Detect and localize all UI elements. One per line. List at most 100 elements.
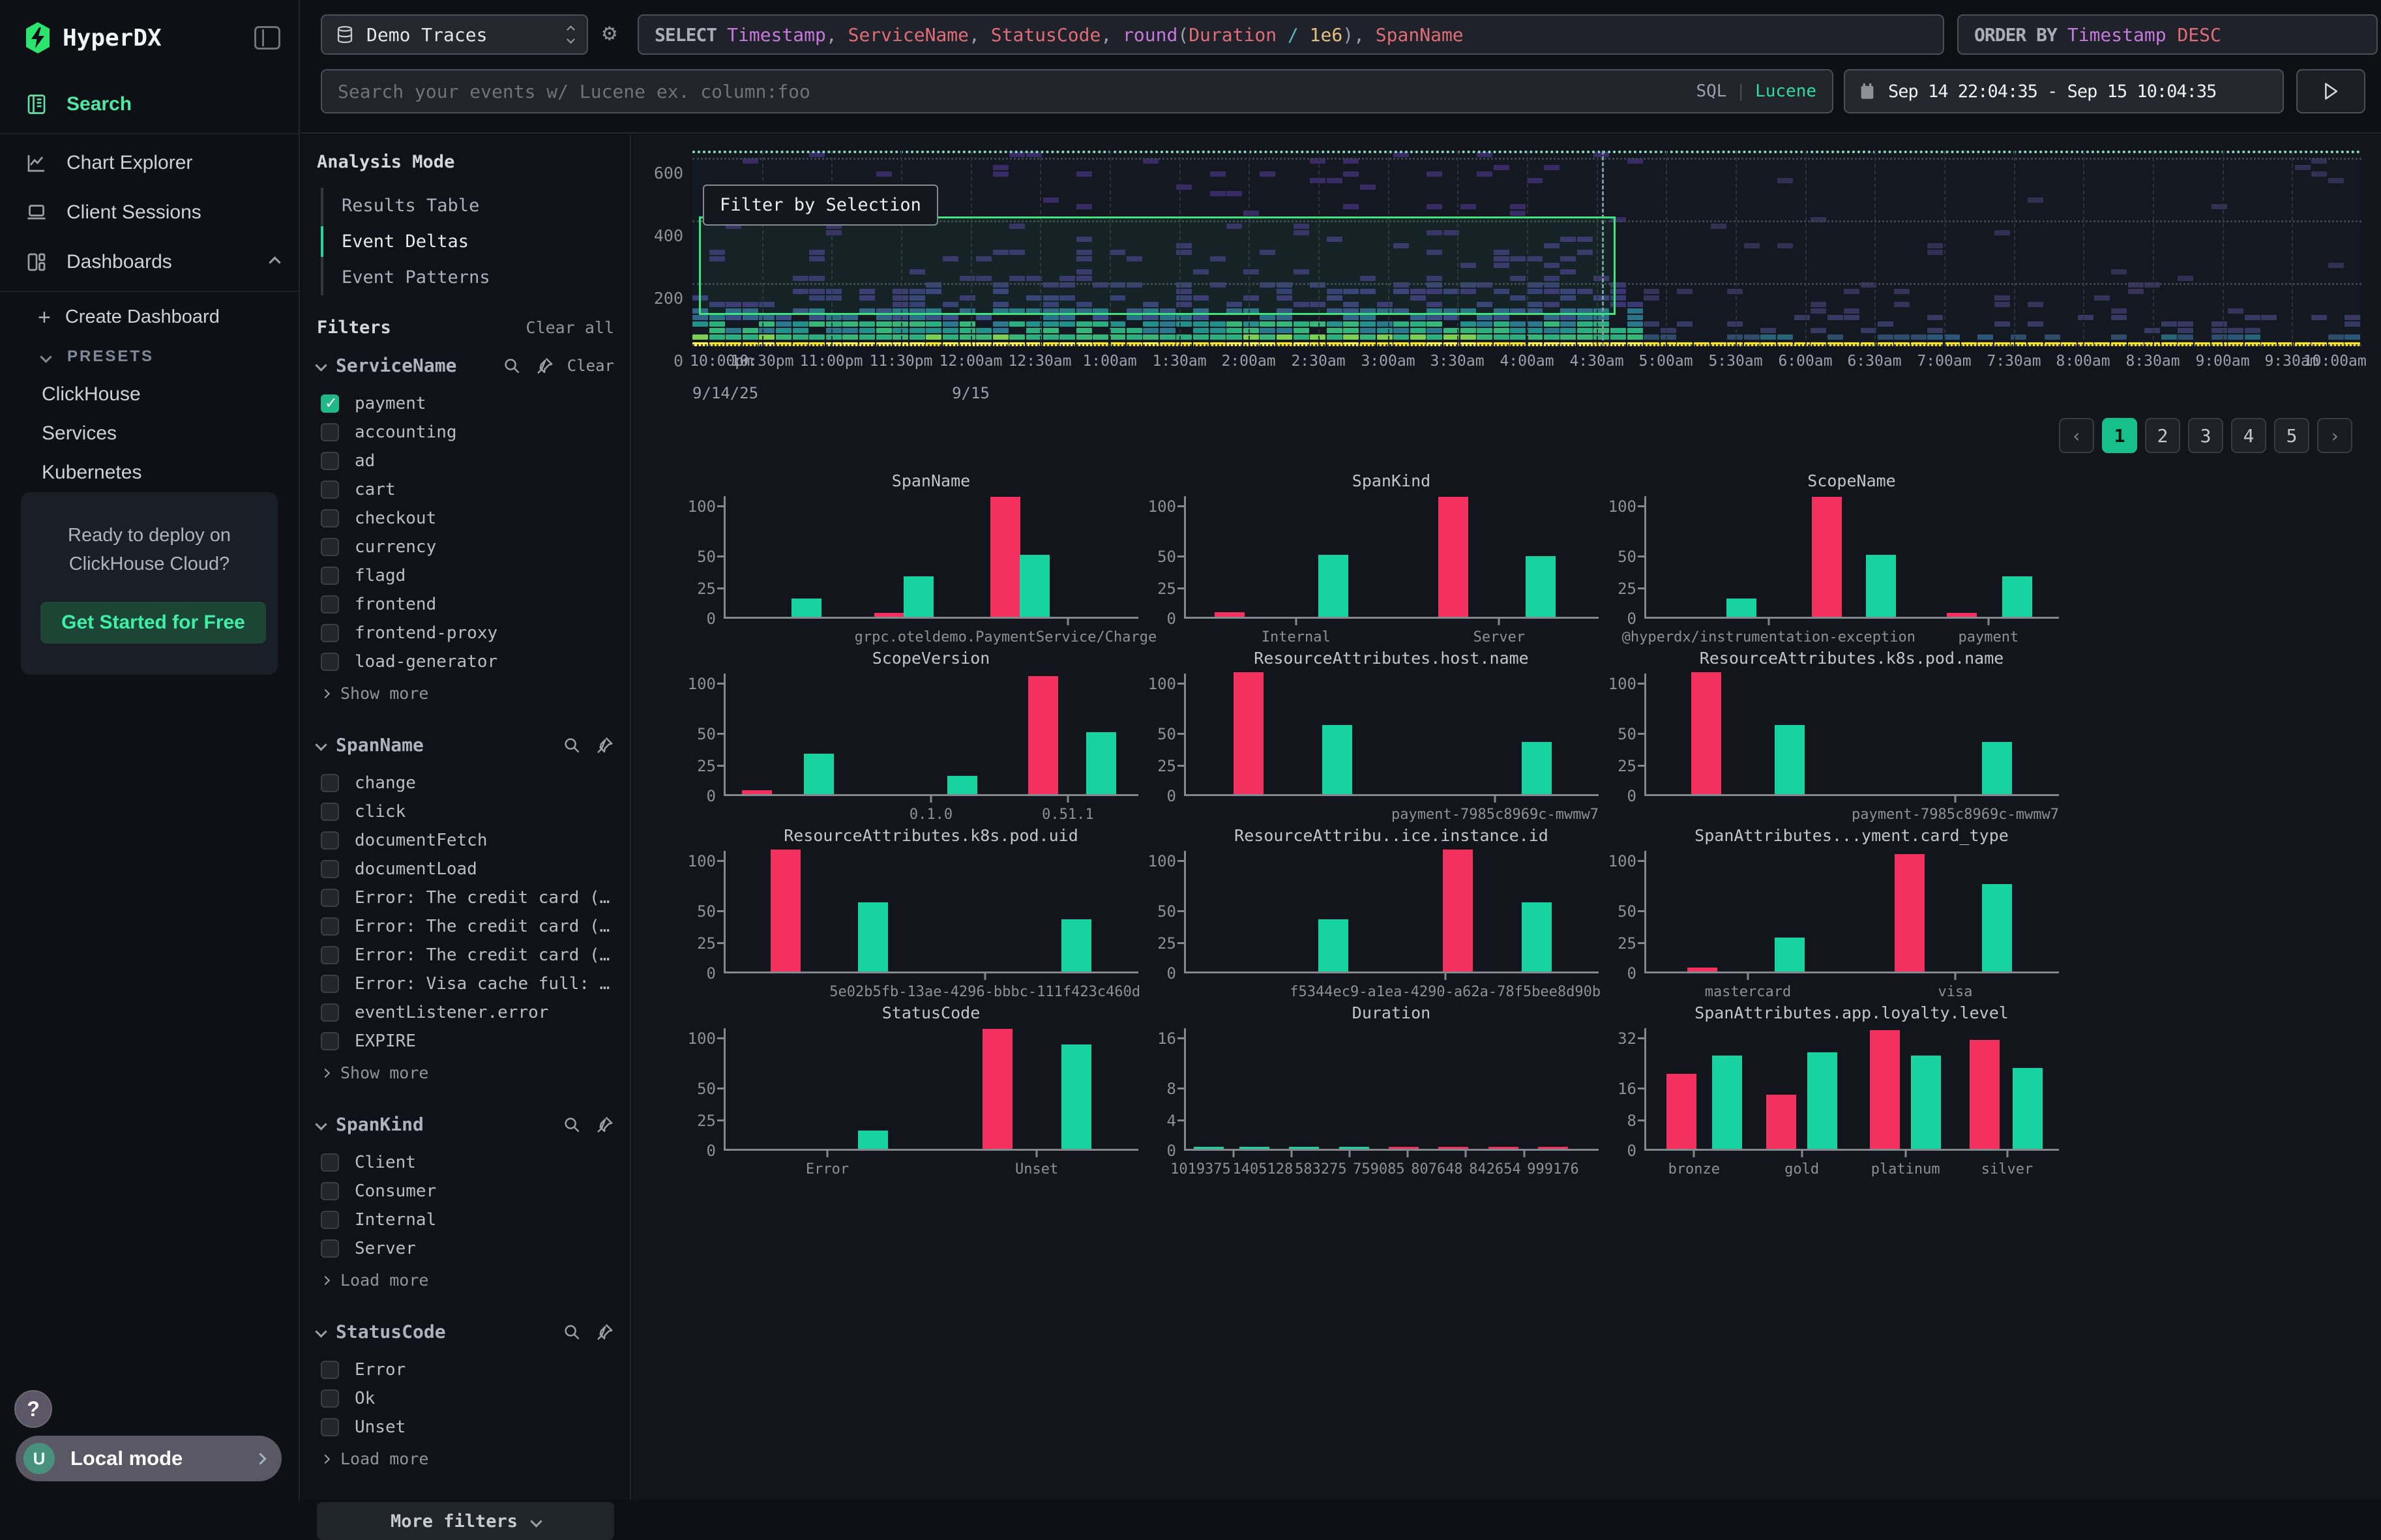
filter-option-row[interactable]: Consumer (317, 1177, 614, 1206)
sidebar-item-clickhouse[interactable]: ClickHouse (0, 375, 299, 414)
checkbox-unchecked[interactable] (321, 567, 339, 585)
clear-section-button[interactable]: Clear (567, 357, 614, 375)
analysis-mode-option-event-patterns[interactable]: Event Patterns (323, 259, 614, 295)
filter-option-row[interactable]: currency (317, 533, 614, 561)
filter-option-row[interactable]: frontend (317, 590, 614, 619)
checkbox-unchecked[interactable] (321, 509, 339, 527)
pin-icon[interactable] (595, 1115, 614, 1134)
pin-icon[interactable] (595, 1322, 614, 1342)
checkbox-unchecked[interactable] (321, 653, 339, 671)
pagination-page-3[interactable]: 3 (2188, 418, 2223, 453)
sidebar-item-kubernetes[interactable]: Kubernetes (0, 453, 299, 492)
filter-option-row[interactable]: flagd (317, 561, 614, 590)
checkbox-unchecked[interactable] (321, 1182, 339, 1200)
orderby-input[interactable]: ORDER BY Timestamp DESC (1957, 14, 2378, 55)
filter-option-row[interactable]: checkout (317, 504, 614, 533)
filter-option-row[interactable]: accounting (317, 418, 614, 447)
checkbox-unchecked[interactable] (321, 1032, 339, 1050)
chevron-down-icon[interactable] (315, 739, 327, 750)
pagination-page-4[interactable]: 4 (2231, 418, 2266, 453)
heatmap-plot[interactable]: Filter by Selection (692, 151, 2361, 346)
filter-option-row[interactable]: Error: The credit card (… (317, 912, 614, 941)
collapse-sidebar-icon[interactable] (254, 26, 280, 50)
checkbox-unchecked[interactable] (321, 860, 339, 878)
load-more-button[interactable]: Load more (317, 1442, 614, 1475)
filter-option-row[interactable]: documentFetch (317, 826, 614, 855)
analysis-mode-option-event-deltas[interactable]: Event Deltas (323, 224, 614, 259)
sql-mode-toggle[interactable]: SQL (1696, 81, 1726, 101)
checkbox-unchecked[interactable] (321, 1361, 339, 1379)
more-filters-button[interactable]: More filters (317, 1502, 614, 1540)
search-icon[interactable] (562, 1322, 582, 1342)
pagination-next-button[interactable]: › (2317, 418, 2352, 453)
select-query-input[interactable]: SELECT Timestamp, ServiceName, StatusCod… (638, 14, 1944, 55)
search-input[interactable]: Search your events w/ Lucene ex. column:… (321, 69, 1833, 113)
filter-option-row[interactable]: Error (317, 1355, 614, 1384)
filter-option-row[interactable]: EXPIRE (317, 1027, 614, 1056)
help-button[interactable]: ? (14, 1390, 52, 1428)
checkbox-unchecked[interactable] (321, 452, 339, 470)
filter-option-row[interactable]: Error: Visa cache full: … (317, 970, 614, 998)
filter-option-row[interactable]: Unset (317, 1413, 614, 1442)
source-select[interactable]: Demo Traces (321, 14, 588, 55)
filter-option-row[interactable]: Server (317, 1234, 614, 1263)
pagination-page-2[interactable]: 2 (2145, 418, 2180, 453)
chevron-down-icon[interactable] (315, 359, 327, 371)
local-mode-button[interactable]: U Local mode (16, 1436, 282, 1481)
checkbox-unchecked[interactable] (321, 946, 339, 964)
checkbox-checked[interactable] (321, 394, 339, 413)
time-range-picker[interactable]: Sep 14 22:04:35 - Sep 15 10:04:35 (1844, 69, 2284, 113)
checkbox-unchecked[interactable] (321, 423, 339, 441)
filter-option-row[interactable]: Error: The credit card (… (317, 883, 614, 912)
pin-icon[interactable] (535, 356, 554, 376)
presets-toggle[interactable]: PRESETS (0, 338, 299, 375)
filter-option-row[interactable]: Internal (317, 1206, 614, 1234)
pagination-page-1[interactable]: 1 (2102, 418, 2137, 453)
checkbox-unchecked[interactable] (321, 831, 339, 850)
checkbox-unchecked[interactable] (321, 481, 339, 499)
checkbox-unchecked[interactable] (321, 538, 339, 556)
filter-by-selection-button[interactable]: Filter by Selection (703, 185, 938, 226)
filter-option-row[interactable]: documentLoad (317, 855, 614, 883)
search-icon[interactable] (562, 1115, 582, 1134)
pagination-page-5[interactable]: 5 (2274, 418, 2309, 453)
analysis-mode-option-results-table[interactable]: Results Table (323, 188, 614, 224)
search-icon[interactable] (502, 356, 522, 376)
sidebar-item-chart-explorer[interactable]: Chart Explorer (0, 138, 299, 188)
filter-option-row[interactable]: Error: The credit card (… (317, 941, 614, 970)
checkbox-unchecked[interactable] (321, 1239, 339, 1258)
create-dashboard-button[interactable]: + Create Dashboard (0, 296, 299, 338)
filter-option-row[interactable]: ad (317, 447, 614, 475)
filter-option-row[interactable]: click (317, 797, 614, 826)
checkbox-unchecked[interactable] (321, 803, 339, 821)
filter-option-row[interactable]: load-generator (317, 647, 614, 676)
search-icon[interactable] (562, 735, 582, 755)
filter-option-row[interactable]: Ok (317, 1384, 614, 1413)
filter-option-row[interactable]: frontend-proxy (317, 619, 614, 647)
sidebar-item-search[interactable]: Search (0, 80, 299, 129)
heatmap-selection[interactable] (699, 216, 1615, 315)
checkbox-unchecked[interactable] (321, 917, 339, 936)
show-more-button[interactable]: Show more (317, 676, 614, 709)
filter-option-row[interactable]: eventListener.error (317, 998, 614, 1027)
checkbox-unchecked[interactable] (321, 774, 339, 792)
checkbox-unchecked[interactable] (321, 975, 339, 993)
chevron-up-icon[interactable] (269, 256, 280, 268)
checkbox-unchecked[interactable] (321, 1418, 339, 1436)
run-query-button[interactable] (2296, 69, 2365, 113)
gear-icon[interactable]: ⚙ (602, 20, 617, 46)
checkbox-unchecked[interactable] (321, 595, 339, 614)
filter-option-row[interactable]: payment (317, 389, 614, 418)
checkbox-unchecked[interactable] (321, 1003, 339, 1022)
checkbox-unchecked[interactable] (321, 624, 339, 642)
sidebar-item-services[interactable]: Services (0, 414, 299, 453)
get-started-button[interactable]: Get Started for Free (40, 602, 266, 644)
pagination-prev-button[interactable]: ‹ (2059, 418, 2094, 453)
chevron-down-icon[interactable] (315, 1118, 327, 1130)
filter-option-row[interactable]: cart (317, 475, 614, 504)
pin-icon[interactable] (595, 735, 614, 755)
checkbox-unchecked[interactable] (321, 1389, 339, 1408)
show-more-button[interactable]: Show more (317, 1056, 614, 1089)
filter-option-row[interactable]: change (317, 769, 614, 797)
checkbox-unchecked[interactable] (321, 1153, 339, 1172)
